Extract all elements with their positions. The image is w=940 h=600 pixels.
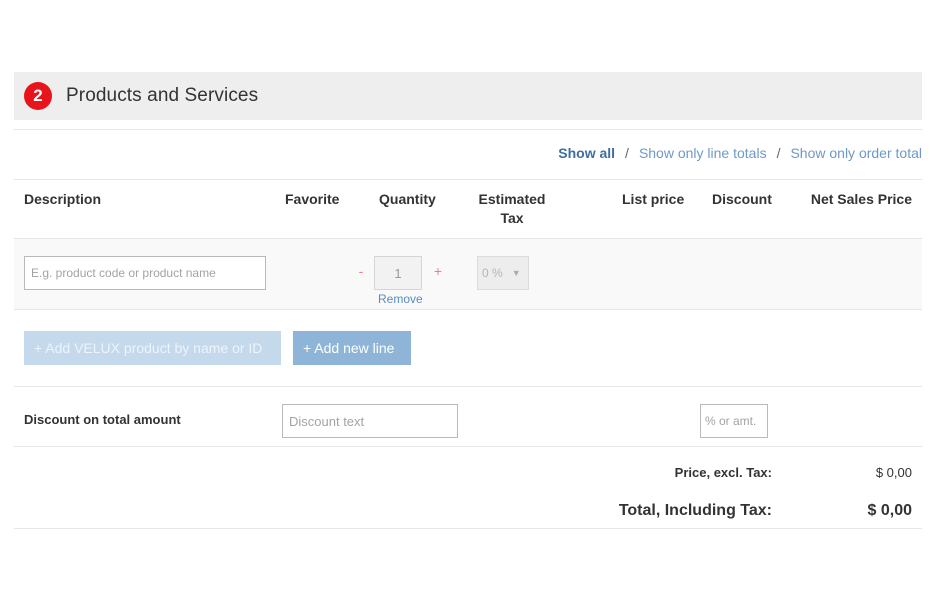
separator: / bbox=[776, 145, 781, 161]
header-net-sales-price: Net Sales Price bbox=[810, 191, 912, 207]
estimated-tax-select[interactable]: 0 % ▼ bbox=[477, 256, 529, 290]
header-list-price: List price bbox=[622, 191, 685, 207]
header-estimated-tax-line2: Tax bbox=[500, 210, 524, 226]
divider bbox=[14, 386, 922, 387]
section-header: 2 Products and Services bbox=[14, 72, 922, 120]
divider bbox=[14, 446, 922, 447]
divider bbox=[14, 528, 922, 529]
tax-value: 0 % bbox=[482, 266, 503, 280]
discount-amount-input[interactable] bbox=[700, 404, 768, 438]
divider bbox=[14, 309, 922, 310]
header-estimated-tax-line1: Estimated bbox=[478, 191, 546, 207]
header-discount: Discount bbox=[712, 191, 772, 207]
show-order-total-link[interactable]: Show only order total bbox=[790, 145, 922, 161]
header-description: Description bbox=[24, 191, 102, 207]
product-search-input[interactable] bbox=[24, 256, 266, 290]
add-new-line-button[interactable]: + Add new line bbox=[293, 331, 411, 365]
show-all-link[interactable]: Show all bbox=[558, 145, 615, 161]
quantity-increase-button[interactable]: + bbox=[432, 263, 444, 279]
header-quantity: Quantity bbox=[379, 191, 436, 207]
divider bbox=[14, 129, 922, 130]
chevron-down-icon: ▼ bbox=[511, 268, 521, 278]
divider bbox=[14, 179, 922, 180]
discount-text-input[interactable] bbox=[282, 404, 458, 438]
step-number-badge: 2 bbox=[24, 82, 52, 110]
header-favorite: Favorite bbox=[285, 191, 340, 207]
total-incl-tax-value: $ 0,00 bbox=[867, 502, 912, 519]
quantity-decrease-button[interactable]: - bbox=[356, 263, 366, 279]
remove-line-link[interactable]: Remove bbox=[378, 292, 423, 306]
discount-label: Discount on total amount bbox=[24, 412, 181, 427]
section-title: Products and Services bbox=[66, 85, 259, 106]
header-estimated-tax: Estimated Tax bbox=[472, 190, 552, 228]
price-excl-tax-value: $ 0,00 bbox=[875, 465, 912, 480]
view-toggle: Show all / Show only line totals / Show … bbox=[558, 145, 922, 161]
total-incl-tax-label: Total, Including Tax: bbox=[618, 502, 772, 519]
quantity-input[interactable] bbox=[374, 256, 422, 290]
price-excl-tax-label: Price, excl. Tax: bbox=[674, 465, 772, 480]
add-velux-product-button[interactable]: + Add VELUX product by name or ID bbox=[24, 331, 281, 365]
separator: / bbox=[625, 145, 629, 161]
show-line-totals-link[interactable]: Show only line totals bbox=[639, 145, 767, 161]
